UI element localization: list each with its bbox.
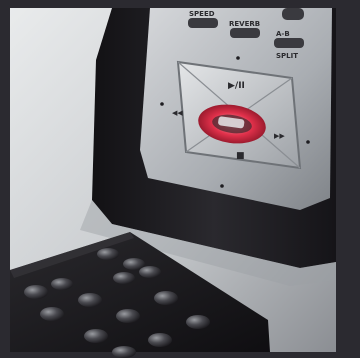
reverb-button[interactable] — [230, 28, 260, 38]
remote-key[interactable] — [139, 266, 161, 278]
product-photo: SPEED REVERB A-B SPLIT ▶/II ■ ◀◀ ▶▶ — [0, 0, 360, 358]
speed-label: SPEED — [189, 10, 215, 18]
remote-key[interactable] — [113, 272, 135, 284]
indicator-dot — [236, 56, 240, 60]
ab-repeat-button[interactable] — [274, 38, 304, 48]
top-right-button[interactable] — [282, 8, 304, 20]
remote-key[interactable] — [51, 278, 73, 290]
remote-key[interactable] — [154, 291, 178, 305]
remote-key[interactable] — [24, 285, 48, 299]
remote-key[interactable] — [148, 333, 172, 347]
play-pause-label: ▶/II — [228, 81, 245, 91]
indicator-dot — [306, 140, 310, 144]
indicator-dot — [220, 184, 224, 188]
indicator-dot — [160, 102, 164, 106]
remote-key[interactable] — [186, 315, 210, 329]
photo-canvas: SPEED REVERB A-B SPLIT ▶/II ■ ◀◀ ▶▶ — [0, 0, 360, 358]
speed-button[interactable] — [188, 18, 218, 28]
rewind-label: ◀◀ — [172, 109, 183, 117]
reverb-label: REVERB — [229, 20, 260, 28]
remote-key[interactable] — [78, 293, 102, 307]
remote-key[interactable] — [116, 309, 140, 323]
fast-forward-label: ▶▶ — [274, 132, 285, 140]
split-label: SPLIT — [276, 52, 298, 60]
remote-key[interactable] — [40, 307, 64, 321]
remote-key[interactable] — [97, 248, 119, 260]
stop-label: ■ — [236, 151, 245, 161]
ab-label: A-B — [276, 30, 290, 38]
remote-key[interactable] — [84, 329, 108, 343]
remote-key[interactable] — [112, 346, 136, 358]
